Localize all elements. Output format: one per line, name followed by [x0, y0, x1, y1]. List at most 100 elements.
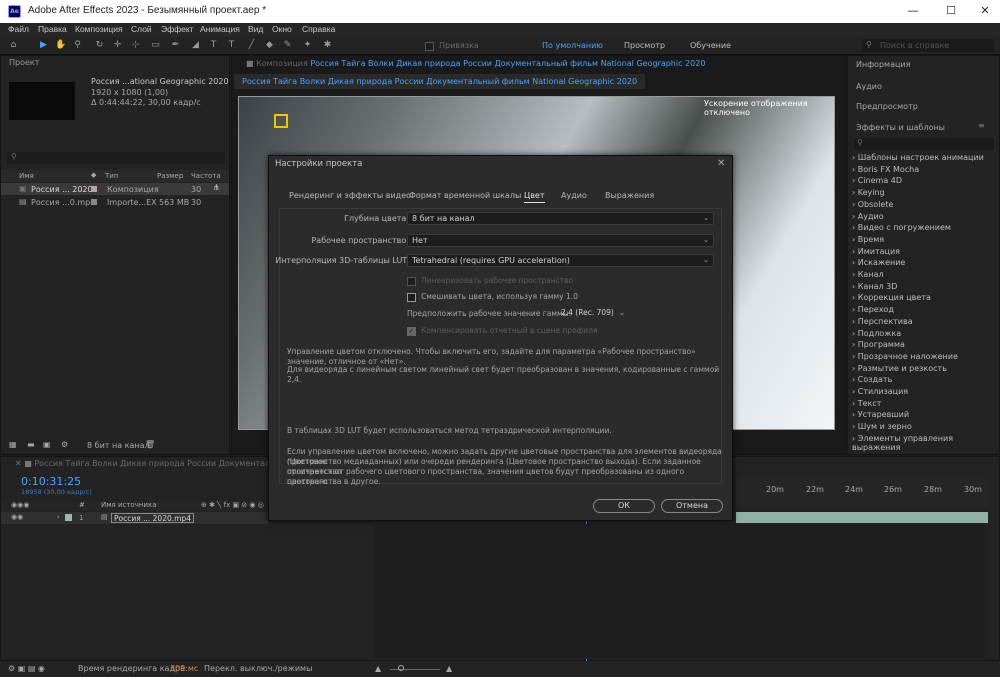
comp-breadcrumb[interactable]: ■ Композиция Россия Тайга Волки Дикая пр…	[246, 59, 705, 68]
effects-category[interactable]: › Шум и зерно	[852, 422, 912, 431]
info-panel-tab[interactable]: Информация	[856, 60, 910, 69]
effects-category[interactable]: › Cinema 4D	[852, 176, 902, 185]
effects-category[interactable]: › Программа	[852, 340, 905, 349]
new-folder-icon[interactable]: ▬	[27, 440, 35, 449]
settings-icon[interactable]: ⚙	[61, 440, 68, 449]
new-comp-icon[interactable]: ▣	[43, 440, 51, 449]
zoom-slider-handle[interactable]	[398, 665, 404, 671]
menu-help[interactable]: Справка	[302, 24, 335, 34]
effects-category[interactable]: › Видео с погружением	[852, 223, 951, 232]
project-tab[interactable]: Проект	[1, 56, 229, 69]
effects-category[interactable]: › Стилизация	[852, 387, 908, 396]
gamma-select[interactable]: 2.4 (Rec. 709) ⌄	[561, 308, 629, 320]
menu-edit[interactable]: Правка	[38, 24, 67, 34]
linearize-checkbox[interactable]	[407, 277, 416, 286]
toggle-modes-button[interactable]: Перекл. выключ./режимы	[204, 664, 312, 673]
layer-row[interactable]: ◉◉ › 1 ▤ Россия ... 2020.mp4	[1, 512, 269, 524]
dialog-close-icon[interactable]: ✕	[717, 158, 725, 169]
menu-view[interactable]: Вид	[248, 24, 263, 34]
type-tool-icon[interactable]: T	[208, 40, 219, 51]
workspace-review[interactable]: Просмотр	[624, 41, 665, 50]
comp-tab[interactable]: Россия Тайга Волки Дикая природа России …	[234, 74, 646, 89]
workspace-learn[interactable]: Обучение	[690, 41, 731, 50]
menu-effect[interactable]: Эффект	[161, 24, 194, 34]
tab-audio[interactable]: Аудио	[561, 191, 587, 200]
zoom-in-icon[interactable]: ▲	[446, 664, 452, 673]
blend-gamma-checkbox[interactable]	[407, 293, 416, 302]
eraser-tool-icon[interactable]: ◆	[264, 40, 275, 51]
effects-category[interactable]: › Имитация	[852, 247, 900, 256]
rotate-tool-icon[interactable]: ↻	[94, 40, 105, 51]
col-name[interactable]: Имя	[19, 172, 34, 180]
selection-tool-icon[interactable]: ▶	[38, 40, 49, 51]
menu-composition[interactable]: Композиция	[75, 24, 123, 34]
puppet-pin-icon[interactable]: ✱	[322, 40, 333, 51]
effects-search-input[interactable]: ⚲	[854, 138, 994, 150]
tab-time-display[interactable]: Формат временной шкалы	[409, 191, 521, 200]
help-search-box[interactable]: ⚲ Поиск в справке	[862, 39, 994, 52]
effects-category[interactable]: › Переход	[852, 305, 894, 314]
tab-render-effects[interactable]: Рендеринг и эффекты видео	[289, 191, 411, 200]
effects-category[interactable]: › Элементы управления выражения	[852, 434, 1000, 452]
flowchart-icon[interactable]: ⋔	[213, 183, 220, 192]
effects-panel-tab[interactable]: Эффекты и шаблоны	[856, 123, 945, 132]
workspace-select[interactable]: Нет ⌄	[407, 234, 714, 247]
tab-color[interactable]: Цвет	[524, 191, 545, 203]
effects-category[interactable]: › Создать	[852, 375, 892, 384]
col-size[interactable]: Размер	[157, 172, 183, 180]
layer-name[interactable]: Россия ... 2020.mp4	[111, 513, 194, 523]
rectangle-tool-icon[interactable]: ▭	[150, 40, 161, 51]
clone-tool-icon[interactable]: ╱	[246, 40, 257, 51]
cancel-button[interactable]: Отмена	[661, 499, 723, 513]
bit-depth[interactable]: 8 бит на канал	[87, 441, 150, 450]
effects-category[interactable]: › Текст	[852, 399, 881, 408]
effects-category[interactable]: › Устаревший	[852, 410, 909, 419]
minimize-button[interactable]: —	[906, 4, 920, 18]
effects-category[interactable]: › Подложка	[852, 329, 901, 338]
col-source-name[interactable]: Имя источника	[101, 501, 157, 509]
zoom-out-icon[interactable]: ▲	[375, 664, 381, 673]
lut-interpolation-select[interactable]: Tetrahedral (requires GPU acceleration) ⌄	[407, 254, 714, 267]
menu-icon[interactable]: ≡	[978, 121, 985, 130]
menu-animation[interactable]: Анимация	[200, 24, 240, 34]
expand-icon[interactable]: ›	[57, 513, 60, 521]
effects-category[interactable]: › Boris FX Mocha	[852, 165, 919, 174]
close-button[interactable]: ✕	[978, 4, 992, 18]
effects-category[interactable]: › Obsolete	[852, 200, 893, 209]
effects-category[interactable]: › Канал	[852, 270, 884, 279]
menu-window[interactable]: Окно	[272, 24, 292, 34]
pen-tool-icon[interactable]: ✒	[170, 40, 181, 51]
effects-category[interactable]: › Прозрачное наложение	[852, 352, 958, 361]
effects-category[interactable]: › Шаблоны настроек анимации	[852, 153, 984, 162]
brush-tool-icon[interactable]: T	[226, 40, 237, 51]
menu-layer[interactable]: Слой	[131, 24, 152, 34]
project-search-input[interactable]: ⚲	[7, 152, 225, 164]
roto-tool-icon[interactable]: ✎	[282, 40, 293, 51]
puppet-tool-icon[interactable]: ✦	[302, 40, 313, 51]
audio-panel-tab[interactable]: Аудио	[856, 82, 882, 91]
mask-feather-icon[interactable]: ◢	[190, 40, 201, 51]
visibility-icon[interactable]: ◉◉	[11, 513, 23, 521]
effects-category[interactable]: › Искажение	[852, 258, 905, 267]
maximize-button[interactable]: ☐	[944, 4, 958, 18]
project-item[interactable]: ▤ Россия ...0.mp4 Importe...EX 563 MB 30	[1, 196, 229, 208]
effects-category[interactable]: › Keying	[852, 188, 885, 197]
interpret-footage-icon[interactable]: ▦	[9, 440, 17, 449]
effects-category[interactable]: › Коррекция цвета	[852, 293, 931, 302]
effects-category[interactable]: › Перспектива	[852, 317, 913, 326]
project-item[interactable]: ▣ Россия ... 2020 Композиция 30 ⋔	[1, 183, 229, 195]
zoom-tool-icon[interactable]: ⚲	[72, 40, 83, 51]
effects-category[interactable]: › Размытие и резкость	[852, 364, 947, 373]
effects-category[interactable]: › Время	[852, 235, 884, 244]
anchor-tool-icon[interactable]: ✛	[112, 40, 123, 51]
ok-button[interactable]: ОК	[593, 499, 655, 513]
compensate-checkbox[interactable]: ✓	[407, 327, 416, 336]
preview-panel-tab[interactable]: Предпросмотр	[856, 102, 918, 111]
snap-checkbox[interactable]	[425, 42, 434, 51]
col-type[interactable]: Тип	[105, 172, 118, 180]
effects-category[interactable]: › Канал 3D	[852, 282, 897, 291]
tab-expressions[interactable]: Выражения	[605, 191, 654, 200]
home-icon[interactable]: ⌂	[8, 40, 19, 51]
timecode[interactable]: 0:10:31:25	[21, 475, 81, 488]
layer-bar[interactable]	[736, 512, 988, 523]
